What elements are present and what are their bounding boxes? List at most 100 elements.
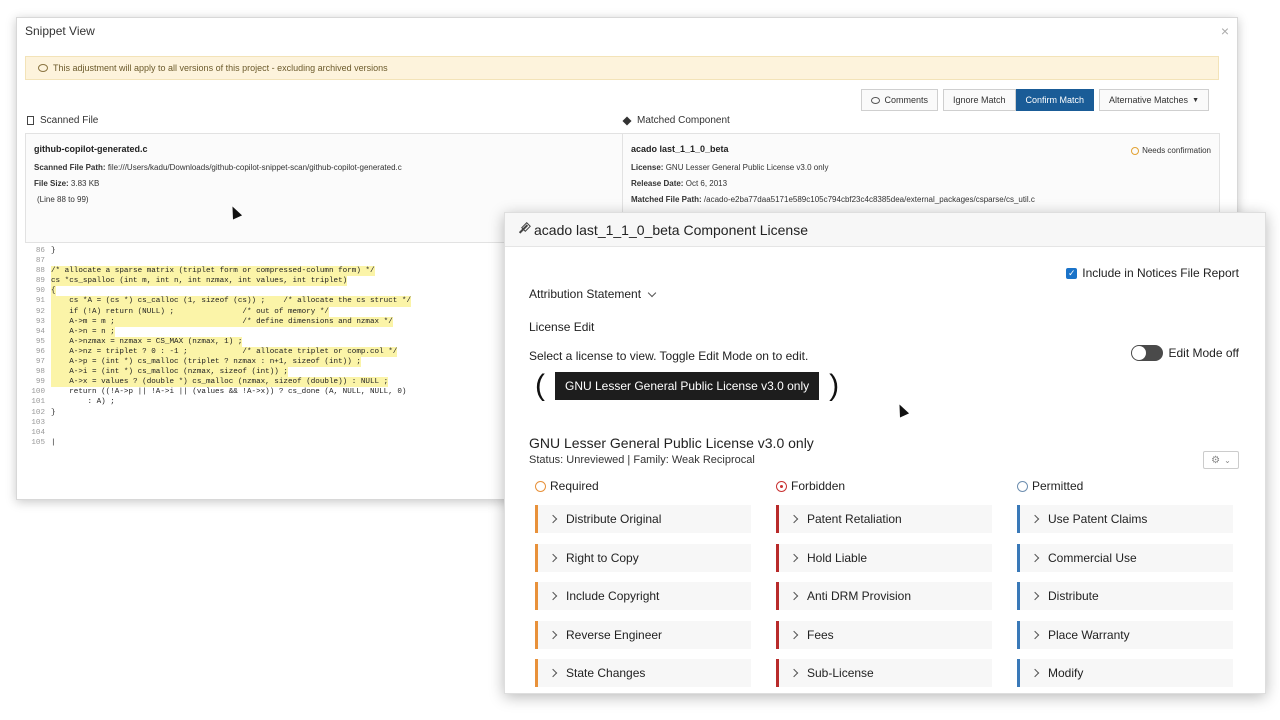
- matched-license-value: GNU Lesser General Public License v3.0 o…: [665, 163, 829, 172]
- speech-bubble-icon: [38, 64, 48, 72]
- code-line: 105 |: [27, 438, 497, 448]
- code-text: cs *A = (cs *) cs_calloc (1, sizeof (cs)…: [51, 296, 412, 307]
- gavel-icon: [517, 224, 529, 236]
- code-line: 102}: [27, 408, 497, 418]
- attribution-statement-toggle[interactable]: Attribution Statement: [529, 287, 657, 301]
- chevron-right-icon: [1030, 591, 1040, 601]
- obligation-label: Use Patent Claims: [1048, 512, 1148, 526]
- edit-mode-label: Edit Mode off: [1168, 346, 1240, 360]
- action-bar: Comments Ignore Match Confirm Match Alte…: [861, 89, 1209, 111]
- code-text: cs *cs_spalloc (int m, int n, int nzmax,…: [51, 276, 348, 287]
- license-window-title: acado last_1_1_0_beta Component License: [534, 221, 808, 238]
- permitted-header: Permitted: [1017, 479, 1233, 493]
- obligation-label: Distribute Original: [566, 512, 662, 526]
- line-number: 97: [35, 358, 45, 367]
- obligation-item[interactable]: Use Patent Claims: [1017, 505, 1233, 533]
- matched-component-header: Matched Component: [622, 115, 730, 126]
- clock-icon: [535, 480, 546, 492]
- code-line: 87: [27, 256, 497, 266]
- obligation-label: Anti DRM Provision: [807, 589, 912, 603]
- license-window-titlebar: acado last_1_1_0_beta Component License: [505, 213, 1265, 247]
- alternative-matches-dropdown[interactable]: Alternative Matches ▼: [1099, 89, 1209, 111]
- cube-icon: [622, 115, 632, 126]
- obligation-item[interactable]: Fees: [776, 620, 992, 649]
- obligation-item[interactable]: Include Copyright: [535, 582, 751, 610]
- line-number: 100: [31, 388, 45, 397]
- code-line: 94 A->n = n ;: [27, 326, 497, 337]
- scanned-line-range: (Line 88 to 99): [37, 195, 89, 204]
- forbidden-column: Forbidden Patent Retaliation Hold Liable A…: [776, 479, 992, 693]
- code-viewer[interactable]: 86} 87 88/* allocate a sparse matrix (trip…: [27, 246, 497, 466]
- scanned-file-path: Scanned File Path: file:///Users/kadu/Do…: [34, 163, 615, 172]
- notice-banner: This adjustment will apply to all versio…: [25, 56, 1219, 80]
- scanned-file-name: github-copilot-generated.c: [34, 144, 148, 154]
- gear-icon: ⚙: [1211, 454, 1221, 466]
- line-number: 93: [35, 317, 45, 326]
- obligation-item[interactable]: Distribute Original: [535, 505, 751, 533]
- status-badge: Needs confirmation: [1131, 146, 1211, 155]
- toggle-switch[interactable]: [1130, 345, 1163, 361]
- obligation-item[interactable]: Hold Liable: [776, 543, 992, 572]
- matched-component-header-label: Matched Component: [637, 115, 730, 126]
- obligation-label: Fees: [807, 627, 834, 642]
- chevron-right-icon: [1030, 553, 1040, 562]
- obligation-item[interactable]: Reverse Engineer: [535, 620, 751, 649]
- code-text: A->p = (int *) cs_malloc (triplet ? nzma…: [51, 357, 361, 368]
- obligation-label: Hold Liable: [807, 550, 868, 565]
- permitted-column: Permitted Use Patent Claims Commercial Us…: [1017, 479, 1233, 693]
- required-column: Required Distribute Original Right to Cop…: [535, 479, 751, 693]
- ignore-match-button[interactable]: Ignore Match: [942, 89, 1016, 111]
- scanned-file-size: File Size: 3.83 KB: [34, 179, 615, 188]
- license-name-heading: GNU Lesser General Public License v3.0 o…: [529, 435, 814, 451]
- obligation-item[interactable]: State Changes: [535, 659, 751, 687]
- chevron-right-icon: [789, 668, 799, 678]
- obligation-label: Patent Retaliation: [807, 512, 902, 526]
- obligation-label: Commercial Use: [1048, 550, 1137, 565]
- selected-license-chip[interactable]: GNU Lesser General Public License v3.0 o…: [555, 372, 820, 400]
- window-title: Snippet View: [25, 24, 95, 38]
- code-line: 98 A->i = (int *) cs_malloc (nzmax, size…: [27, 367, 497, 378]
- chevron-right-icon: [548, 553, 558, 562]
- attribution-label: Attribution Statement: [529, 287, 642, 301]
- close-paren: ): [829, 369, 840, 402]
- code-text: if (!A) return (NULL) ; /* out of memory…: [51, 306, 329, 317]
- chevron-right-icon: [789, 514, 799, 524]
- line-number: 94: [35, 327, 45, 336]
- license-edit-heading: License Edit: [529, 320, 595, 334]
- line-number: 90: [35, 287, 45, 296]
- checkbox-checked-icon[interactable]: ✓: [1066, 267, 1078, 279]
- comments-button[interactable]: Comments: [861, 89, 938, 111]
- obligation-item[interactable]: Anti DRM Provision: [776, 582, 992, 610]
- obligation-item[interactable]: Patent Retaliation: [776, 505, 992, 533]
- line-number: 96: [35, 347, 45, 356]
- matched-release-value: Oct 6, 2013: [685, 179, 728, 188]
- edit-mode-toggle[interactable]: Edit Mode off: [1130, 345, 1240, 361]
- include-notices-checkbox[interactable]: ✓ Include in Notices File Report: [1066, 266, 1239, 280]
- confirm-match-button[interactable]: Confirm Match: [1015, 89, 1095, 111]
- settings-dropdown[interactable]: ⚙ ⌄: [1203, 451, 1239, 469]
- forbidden-header: Forbidden: [776, 479, 992, 493]
- obligation-item[interactable]: Commercial Use: [1017, 543, 1233, 572]
- forbidden-label: Forbidden: [791, 479, 846, 493]
- obligation-item[interactable]: Sub-License: [776, 659, 992, 687]
- code-text: }: [51, 408, 56, 417]
- line-number: 105: [31, 438, 45, 447]
- chevron-down-icon: [647, 288, 657, 297]
- code-text: A->m = m ; /* define dimensions and nzma…: [51, 316, 393, 327]
- code-line: 92 if (!A) return (NULL) ; /* out of mem…: [27, 306, 497, 317]
- obligation-item[interactable]: Modify: [1017, 659, 1233, 687]
- scanned-size-value: 3.83 KB: [70, 179, 100, 188]
- code-text: : A) ;: [51, 398, 115, 407]
- code-line: 90 {: [27, 286, 497, 297]
- obligation-label: State Changes: [566, 666, 646, 680]
- chevron-down-icon: ⌄: [1224, 455, 1231, 465]
- obligation-item[interactable]: Place Warranty: [1017, 620, 1233, 649]
- close-icon[interactable]: ×: [1221, 23, 1229, 39]
- obligation-item[interactable]: Right to Copy: [535, 543, 751, 572]
- code-text: A->n = n ;: [51, 326, 115, 337]
- matched-file-path: Matched File Path: /acado-e2ba77daa5171e…: [631, 195, 1211, 204]
- line-number: 92: [35, 307, 45, 316]
- line-number: 103: [31, 418, 45, 427]
- notice-text: This adjustment will apply to all versio…: [53, 63, 388, 73]
- obligation-item[interactable]: Distribute: [1017, 582, 1233, 610]
